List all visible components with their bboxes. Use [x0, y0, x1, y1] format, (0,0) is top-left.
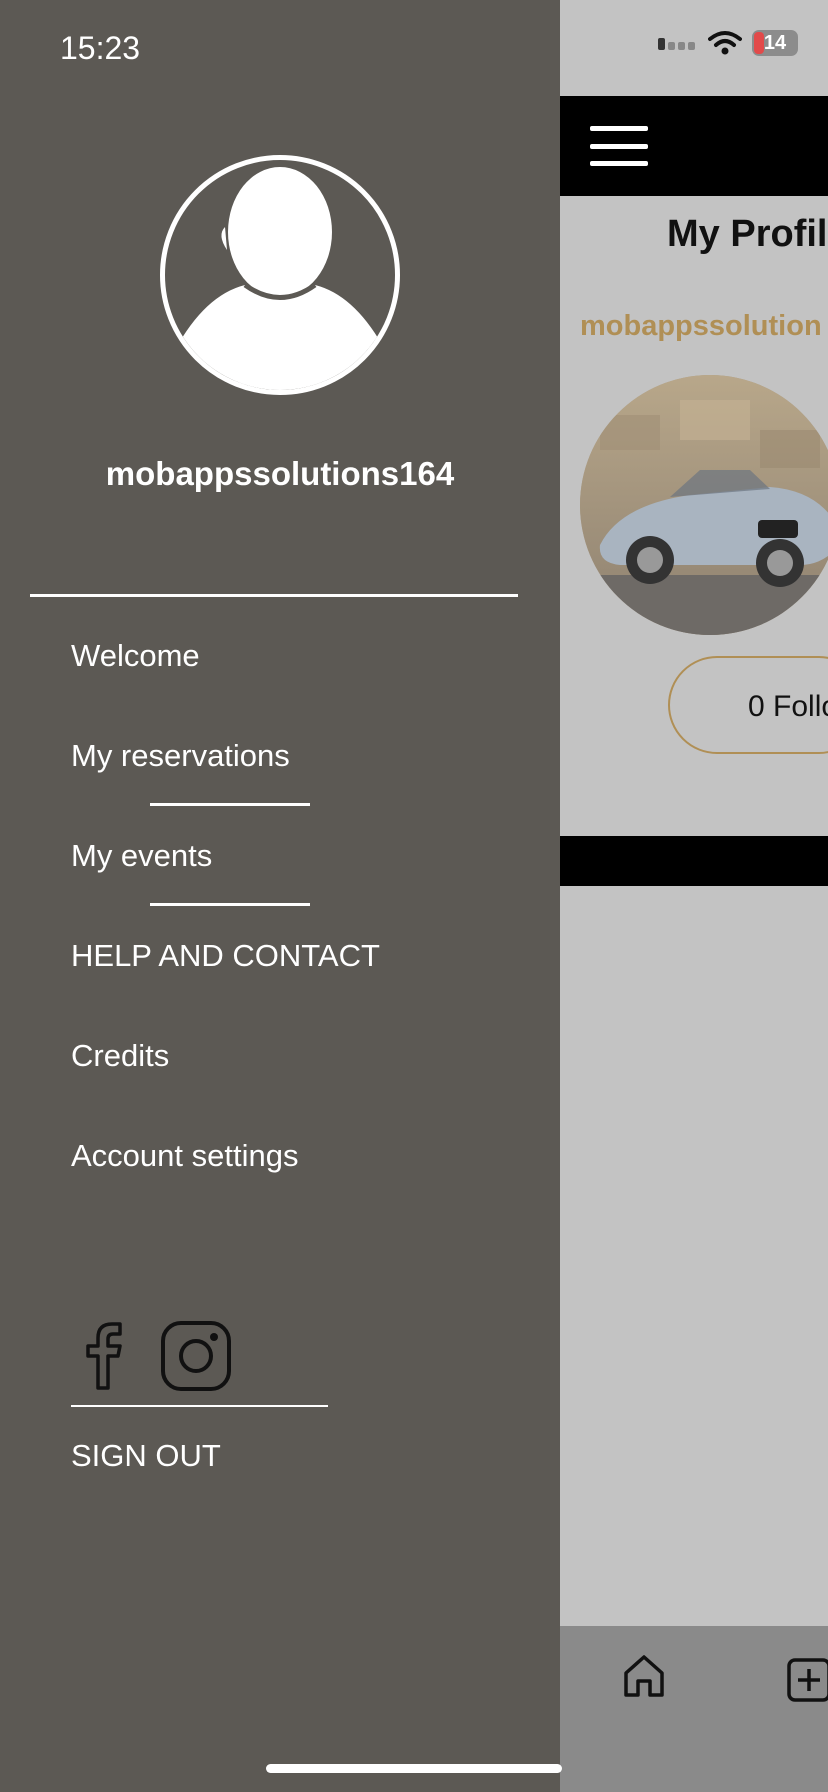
menu-item-my-events[interactable]: My events [71, 838, 212, 874]
status-icons: 14 [658, 30, 798, 56]
bottom-tab-bar [560, 1626, 828, 1792]
profile-photo [580, 375, 828, 635]
wifi-icon [708, 31, 742, 55]
facebook-icon[interactable] [80, 1320, 130, 1392]
status-bar-right: 14 [560, 0, 828, 96]
page-title: My Profil [667, 213, 828, 255]
user-silhouette-icon [175, 167, 385, 390]
divider [71, 1405, 328, 1407]
menu-item-welcome[interactable]: Welcome [71, 638, 200, 674]
profile-username: mobappssolution [580, 310, 822, 342]
top-bar [560, 96, 828, 196]
battery-level: 14 [763, 32, 787, 54]
menu-item-help-and-contact[interactable]: HELP AND CONTACT [71, 938, 380, 974]
menu-underline [150, 803, 310, 806]
drawer-username: mobappssolutions164 [105, 455, 455, 492]
add-icon[interactable] [785, 1656, 828, 1704]
menu-underline [150, 903, 310, 906]
signal-icon [658, 38, 695, 50]
divider [30, 594, 518, 597]
instagram-icon[interactable] [160, 1320, 232, 1392]
social-links [80, 1320, 232, 1392]
avatar[interactable] [160, 155, 400, 395]
home-indicator[interactable] [266, 1764, 562, 1773]
sign-out-button[interactable]: SIGN OUT [71, 1438, 221, 1474]
home-icon[interactable] [620, 1651, 668, 1699]
side-drawer: 15:23 mobappssolutions164 Welcome My res… [0, 0, 560, 1792]
menu-item-my-reservations[interactable]: My reservations [71, 738, 290, 774]
status-time: 15:23 [60, 30, 141, 66]
section-band [560, 836, 828, 886]
battery-icon: 14 [752, 30, 798, 56]
followers-count: 0 Follo [748, 690, 828, 723]
menu-item-account-settings[interactable]: Account settings [71, 1138, 298, 1174]
menu-item-credits[interactable]: Credits [71, 1038, 169, 1074]
hamburger-menu-icon[interactable] [590, 126, 648, 166]
